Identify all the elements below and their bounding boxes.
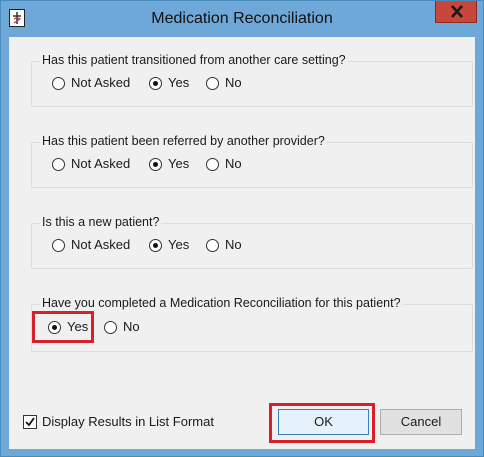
window-title: Medication Reconciliation: [151, 10, 333, 27]
display-list-label: Display Results in List Format: [42, 414, 214, 429]
close-button[interactable]: [435, 1, 477, 23]
radio-selected-dot: [153, 162, 158, 167]
title-bar[interactable]: Medication Reconciliation: [1, 1, 483, 37]
checkmark-icon: [25, 417, 35, 427]
close-icon: [451, 5, 463, 18]
group-new-patient: Is this a new patient? Not Asked Yes No: [31, 215, 473, 269]
highlight-box-yes: [32, 311, 94, 343]
group-label-transitioned: Has this patient transitioned from anoth…: [40, 53, 348, 67]
dialog-body: Has this patient transitioned from anoth…: [9, 37, 475, 449]
cancel-button[interactable]: Cancel: [380, 409, 462, 435]
group-label-referred: Has this patient been referred by anothe…: [40, 134, 327, 148]
group-label-med-reconciliation: Have you completed a Medication Reconcil…: [40, 296, 403, 310]
group-referred: Has this patient been referred by anothe…: [31, 134, 473, 188]
radio-selected-dot: [153, 81, 158, 86]
display-list-checkbox[interactable]: Display Results in List Format: [23, 414, 214, 429]
group-label-new-patient: Is this a new patient?: [40, 215, 162, 229]
highlight-box-ok: [269, 403, 375, 443]
dialog-window: Medication Reconciliation Has this patie…: [0, 0, 484, 457]
group-transitioned: Has this patient transitioned from anoth…: [31, 53, 473, 107]
radio-selected-dot: [153, 243, 158, 248]
group-med-reconciliation: Have you completed a Medication Reconcil…: [31, 296, 473, 352]
